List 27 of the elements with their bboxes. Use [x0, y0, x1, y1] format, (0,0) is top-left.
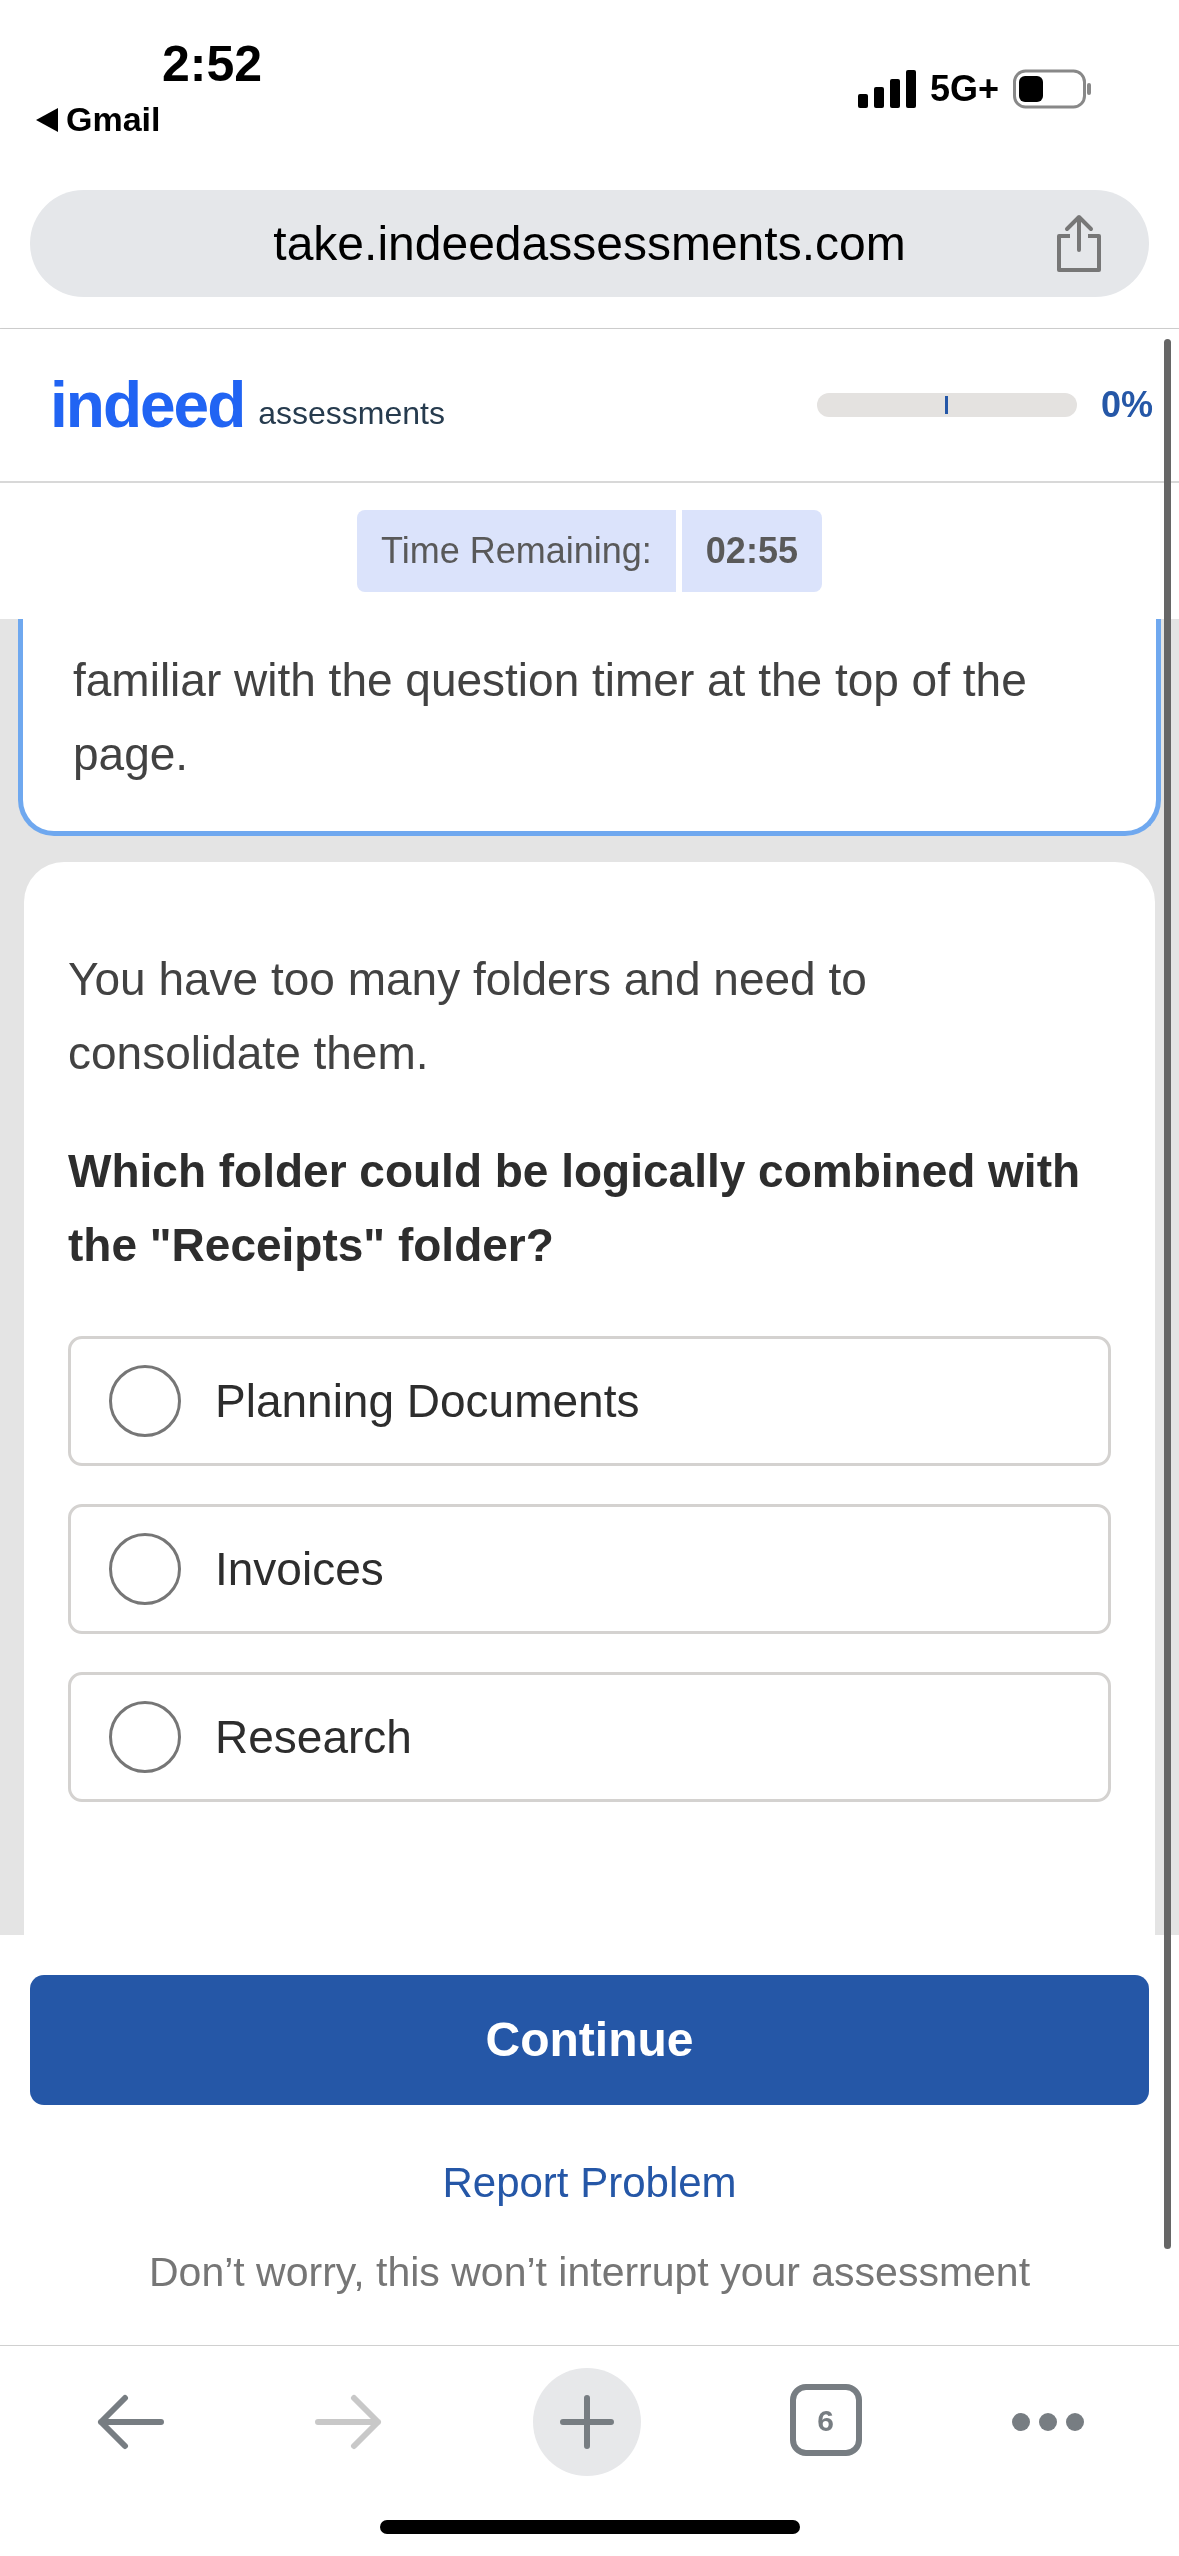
radio-button[interactable] [109, 1365, 181, 1437]
back-app-link[interactable]: Gmail [66, 94, 161, 145]
plus-icon [558, 2394, 615, 2450]
radio-button[interactable] [109, 1701, 181, 1773]
more-icon[interactable] [1010, 2412, 1085, 2432]
indeed-logo: indeed [50, 373, 245, 437]
timer-label: Time Remaining: [357, 510, 676, 592]
back-triangle-icon [36, 107, 58, 132]
report-problem-link[interactable]: Report Problem [442, 2151, 737, 2214]
timer-value: 02:55 [681, 510, 822, 592]
radio-button[interactable] [109, 1533, 181, 1605]
reassurance-note: Don’t worry, this won’t interrupt your assessment [148, 2248, 1031, 2297]
battery-icon [1013, 69, 1093, 109]
network-label: 5G+ [929, 67, 999, 111]
address-bar[interactable]: take.indeedassessments.com [30, 190, 1149, 297]
intro-text: familiar with the question timer at the top of the page. [73, 653, 1028, 782]
tab-count-button[interactable]: 6 [789, 2384, 862, 2456]
logo-subtitle: assessments [258, 394, 445, 433]
status-time: 2:52 [162, 35, 263, 94]
signal-icon [857, 70, 916, 108]
answer-option[interactable]: Planning Documents [68, 1336, 1111, 1466]
answer-option[interactable]: Research [68, 1672, 1111, 1802]
answer-option[interactable]: Invoices [68, 1504, 1111, 1634]
continue-button[interactable]: Continue [30, 1975, 1149, 2105]
progress-percent: 0% [1100, 383, 1153, 427]
question-text: Which folder could be logically combined with the "Receipts" folder? [68, 1144, 1082, 1273]
question-prompt: You have too many folders and need to consolidate them. [68, 952, 868, 1081]
